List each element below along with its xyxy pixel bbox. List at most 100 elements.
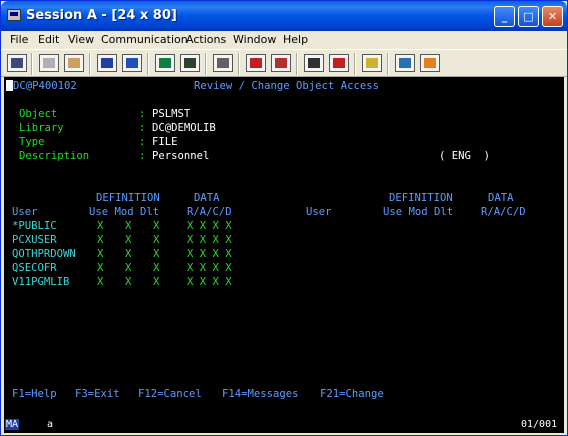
language-code: ( ENG ) xyxy=(439,150,491,162)
globe-icon[interactable] xyxy=(395,54,415,72)
user-header-right: User xyxy=(306,206,332,218)
definition-header-left: DEFINITION xyxy=(96,192,160,204)
operator-info-area: MA a 01/001 xyxy=(4,416,564,433)
row-data[interactable]: X X X X xyxy=(187,220,232,232)
row-dlt[interactable]: X xyxy=(153,262,159,274)
macro-record-icon[interactable] xyxy=(246,54,266,72)
screen-title: Review / Change Object Access xyxy=(194,80,379,92)
keyboard-icon[interactable] xyxy=(180,54,200,72)
session-icon xyxy=(7,9,21,21)
toolbar-separator xyxy=(31,53,33,75)
status-indicator: a xyxy=(47,419,54,430)
status-mode: MA xyxy=(5,419,20,430)
data-header-right: DATA xyxy=(488,192,514,204)
library-label: Library xyxy=(19,122,64,134)
row-use[interactable]: X xyxy=(97,276,103,288)
minimize-button[interactable]: _ xyxy=(494,6,515,27)
description-label: Description xyxy=(19,150,90,162)
use-mod-dlt-header-left: Use Mod Dlt xyxy=(89,206,160,218)
toolbar-separator xyxy=(238,53,240,75)
fkey-change[interactable]: F21=Change xyxy=(320,388,384,400)
user-header-left: User xyxy=(12,206,38,218)
menu-communication[interactable]: Communication xyxy=(101,33,188,46)
copy-icon[interactable] xyxy=(39,54,59,72)
row-user[interactable]: QOTHPRDOWN xyxy=(12,248,76,260)
object-label: Object xyxy=(19,108,58,120)
description-value: Personnel xyxy=(152,150,210,162)
toolbar-separator xyxy=(205,53,207,75)
row-mod[interactable]: X xyxy=(125,234,131,246)
cursor-position: 01/001 xyxy=(521,419,558,430)
title-bar[interactable]: Session A - [24 x 80] _ □ ✕ xyxy=(1,1,567,31)
use-mod-dlt-header-right: Use Mod Dlt xyxy=(383,206,454,218)
row-data[interactable]: X X X X xyxy=(187,248,232,260)
toolbar-separator xyxy=(354,53,356,75)
row-data[interactable]: X X X X xyxy=(187,262,232,274)
library-value: DC@DEMOLIB xyxy=(152,122,216,134)
object-value: PSLMST xyxy=(152,108,191,120)
menu-window[interactable]: Window xyxy=(233,33,276,46)
row-dlt[interactable]: X xyxy=(153,276,159,288)
type-value: FILE xyxy=(152,136,178,148)
definition-header-right: DEFINITION xyxy=(389,192,453,204)
fkey-help[interactable]: F1=Help xyxy=(12,388,57,400)
row-user[interactable]: *PUBLIC xyxy=(12,220,57,232)
help-ticket-icon[interactable] xyxy=(420,54,440,72)
row-use[interactable]: X xyxy=(97,220,103,232)
row-dlt[interactable]: X xyxy=(153,234,159,246)
terminal-screen[interactable]: DC@P400102 Review / Change Object Access… xyxy=(4,77,564,416)
row-data[interactable]: X X X X xyxy=(187,234,232,246)
print-screen-icon[interactable] xyxy=(7,54,27,72)
toolbar-separator xyxy=(147,53,149,75)
row-mod[interactable]: X xyxy=(125,220,131,232)
receive-icon[interactable] xyxy=(122,54,142,72)
row-data[interactable]: X X X X xyxy=(187,276,232,288)
maximize-button[interactable]: □ xyxy=(518,6,539,27)
description-colon: : xyxy=(139,150,146,162)
program-id: DC@P400102 xyxy=(13,80,77,92)
row-use[interactable]: X xyxy=(97,234,103,246)
clipboard-icon[interactable] xyxy=(362,54,382,72)
program-id-line: DC@P400102 xyxy=(6,80,77,92)
macro-pause-icon[interactable] xyxy=(329,54,349,72)
fkey-exit[interactable]: F3=Exit xyxy=(75,388,120,400)
racd-header-right: R/A/C/D xyxy=(481,206,526,218)
menu-help[interactable]: Help xyxy=(283,33,308,46)
library-colon: : xyxy=(139,122,146,134)
menu-actions[interactable]: Actions xyxy=(186,33,226,46)
toolbar xyxy=(1,49,567,77)
row-use[interactable]: X xyxy=(97,248,103,260)
row-user[interactable]: V11PGMLIB xyxy=(12,276,69,288)
text-cursor xyxy=(6,80,13,91)
row-user[interactable]: QSECOFR xyxy=(12,262,57,274)
row-use[interactable]: X xyxy=(97,262,103,274)
menu-file[interactable]: File xyxy=(10,33,28,46)
row-user[interactable]: PCXUSER xyxy=(12,234,57,246)
toolbar-separator xyxy=(296,53,298,75)
window-title: Session A - [24 x 80] xyxy=(26,8,177,23)
toolbar-separator xyxy=(89,53,91,75)
display-icon[interactable] xyxy=(155,54,175,72)
fkey-messages[interactable]: F14=Messages xyxy=(222,388,299,400)
row-dlt[interactable]: X xyxy=(153,220,159,232)
row-mod[interactable]: X xyxy=(125,276,131,288)
row-mod[interactable]: X xyxy=(125,262,131,274)
paste-icon[interactable] xyxy=(64,54,84,72)
fkey-cancel[interactable]: F12=Cancel xyxy=(138,388,202,400)
type-colon: : xyxy=(139,136,146,148)
racd-header-left: R/A/C/D xyxy=(187,206,232,218)
menu-bar: File Edit View Communication Actions Win… xyxy=(1,31,567,49)
send-icon[interactable] xyxy=(97,54,117,72)
object-colon: : xyxy=(139,108,146,120)
macro-run-icon[interactable] xyxy=(271,54,291,72)
menu-view[interactable]: View xyxy=(68,33,94,46)
menu-edit[interactable]: Edit xyxy=(38,33,59,46)
row-mod[interactable]: X xyxy=(125,248,131,260)
toolbar-separator xyxy=(387,53,389,75)
macro-stop-icon[interactable] xyxy=(304,54,324,72)
emulator-window: Session A - [24 x 80] _ □ ✕ File Edit Vi… xyxy=(0,0,568,436)
close-button[interactable]: ✕ xyxy=(542,6,563,27)
row-dlt[interactable]: X xyxy=(153,248,159,260)
macro-play-icon[interactable] xyxy=(213,54,233,72)
data-header-left: DATA xyxy=(194,192,220,204)
